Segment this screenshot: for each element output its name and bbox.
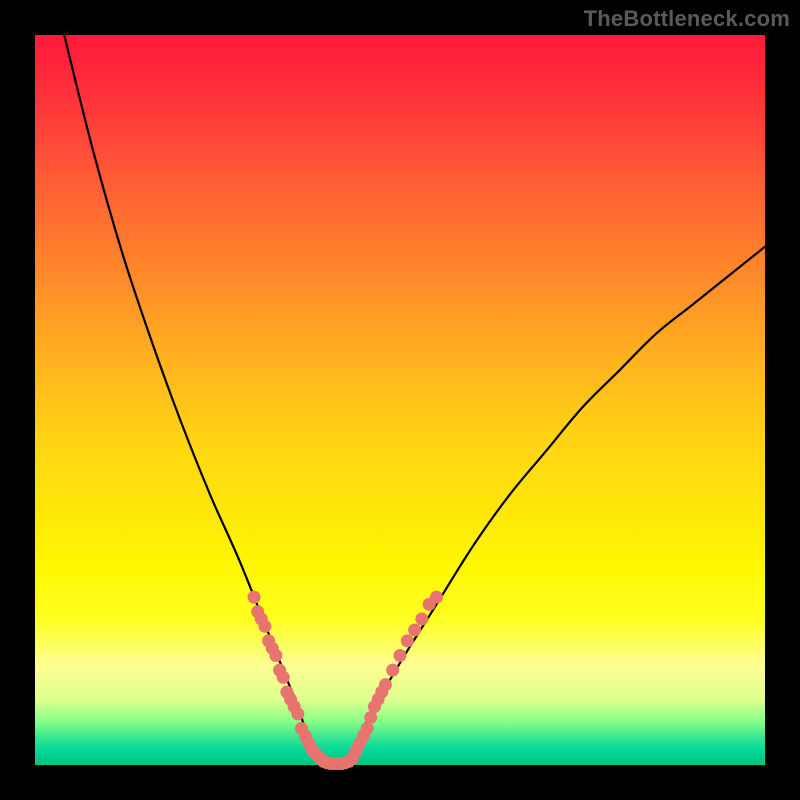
chart-frame: TheBottleneck.com	[0, 0, 800, 800]
data-marker	[379, 678, 392, 691]
data-marker	[401, 634, 414, 647]
data-marker	[258, 620, 271, 633]
data-marker	[248, 591, 261, 604]
marker-group	[248, 591, 444, 770]
watermark-text: TheBottleneck.com	[584, 6, 790, 32]
chart-svg	[35, 35, 765, 765]
data-marker	[394, 649, 407, 662]
plot-area	[35, 35, 765, 765]
data-marker	[415, 613, 428, 626]
data-marker	[430, 591, 443, 604]
data-marker	[386, 664, 399, 677]
bottleneck-curve	[64, 35, 765, 766]
data-marker	[408, 623, 421, 636]
data-marker	[277, 671, 290, 684]
data-marker	[291, 707, 304, 720]
data-marker	[269, 649, 282, 662]
